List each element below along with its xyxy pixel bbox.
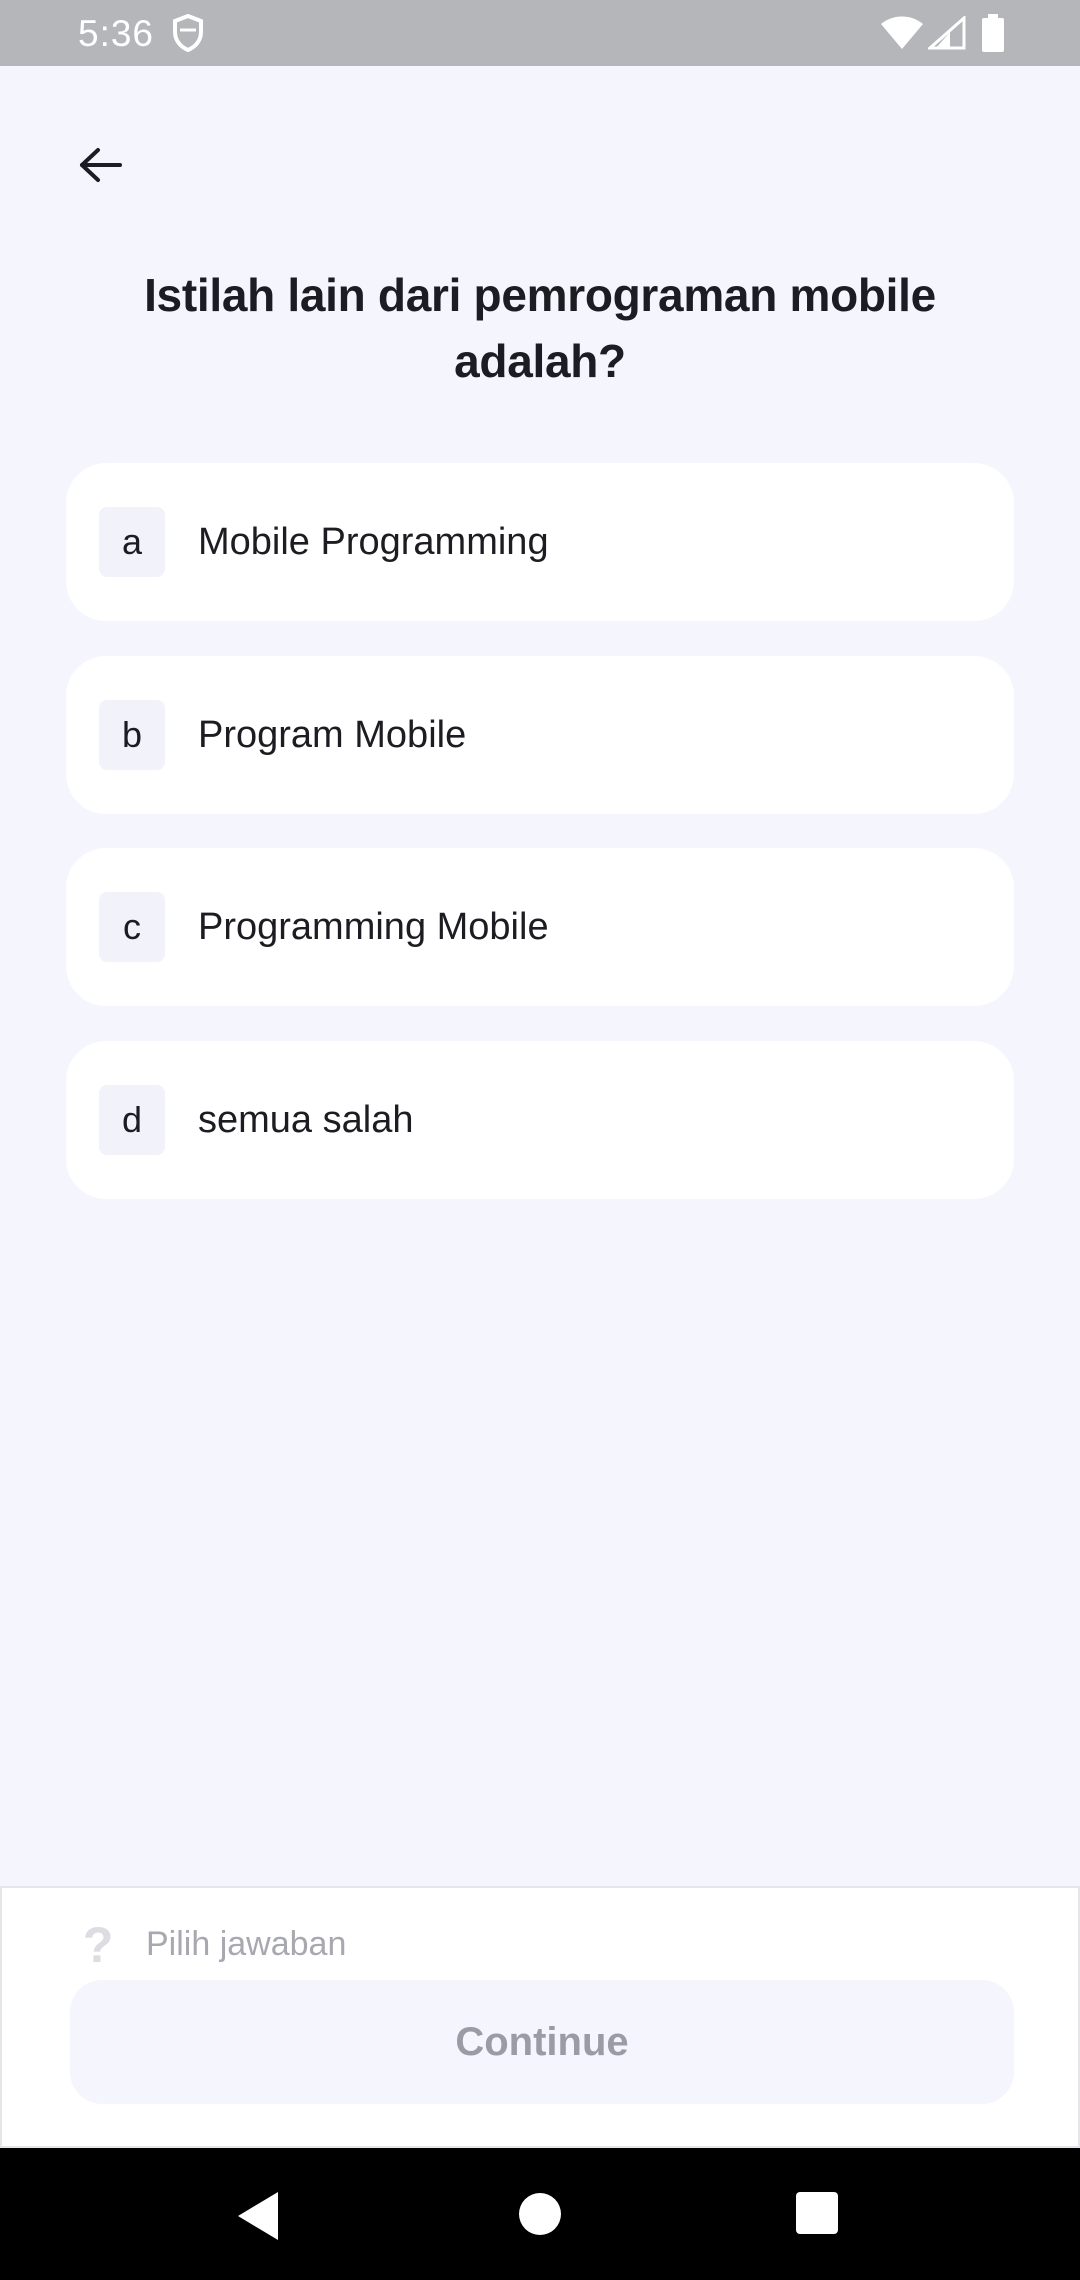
navigation-bar: [0, 2148, 1080, 2280]
bottom-panel: ? Pilih jawaban Continue: [0, 1886, 1080, 2148]
option-label: Mobile Programming: [198, 520, 549, 563]
option-label: Program Mobile: [198, 713, 467, 756]
back-button[interactable]: [60, 130, 140, 200]
status-time: 5:36: [78, 13, 155, 54]
hint-text: Pilih jawaban: [146, 1925, 347, 1963]
option-b[interactable]: b Program Mobile: [66, 656, 1014, 814]
status-bar: 5:36: [0, 0, 1080, 66]
option-letter: c: [99, 892, 165, 962]
option-a[interactable]: a Mobile Programming: [66, 463, 1014, 621]
arrow-left-icon: [80, 148, 122, 182]
option-letter: a: [99, 507, 165, 577]
option-label: Programming Mobile: [198, 905, 549, 948]
option-d[interactable]: d semua salah: [66, 1041, 1014, 1199]
option-letter: b: [99, 700, 165, 770]
nav-home-icon[interactable]: [518, 2192, 562, 2236]
option-c[interactable]: c Programming Mobile: [66, 848, 1014, 1006]
option-label: semua salah: [198, 1098, 414, 1141]
shield-icon: [173, 14, 203, 52]
nav-back-icon[interactable]: [234, 2190, 282, 2242]
question-title: Istilah lain dari pemrograman mobile ada…: [144, 269, 936, 387]
nav-recents-icon[interactable]: [796, 2192, 838, 2234]
battery-icon: [982, 14, 1004, 52]
continue-button[interactable]: Continue: [70, 1980, 1014, 2104]
wifi-icon: [881, 16, 923, 49]
option-letter: d: [99, 1085, 165, 1155]
question-mark-icon: ?: [82, 1917, 114, 1973]
signal-icon: [928, 16, 966, 50]
